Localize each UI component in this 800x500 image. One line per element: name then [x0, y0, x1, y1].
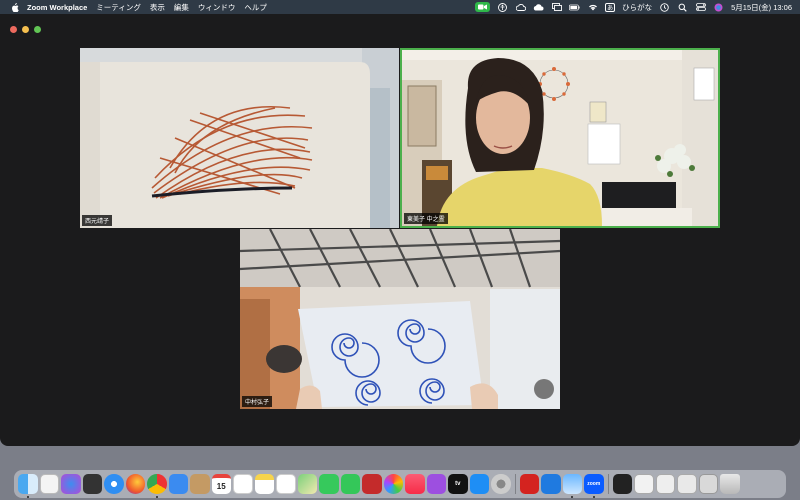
participant-video-tile[interactable]: 中村弘子	[240, 229, 560, 409]
menu-view[interactable]: 表示	[150, 2, 165, 13]
participant-name-tag: 西元靖子	[82, 215, 113, 226]
zoom-video-status-icon[interactable]	[475, 2, 491, 12]
keynote-icon[interactable]	[541, 474, 561, 494]
document-stack-icon[interactable]	[634, 474, 654, 494]
freeform-icon[interactable]	[276, 474, 296, 494]
facetime-icon[interactable]	[340, 474, 360, 494]
contacts-icon[interactable]	[190, 474, 210, 494]
messages-icon[interactable]	[319, 474, 339, 494]
downloads-stack-icon[interactable]	[612, 474, 632, 494]
zoom-meeting-window: 西元靖子 東美子 中之霊 中村弘子	[0, 14, 800, 446]
music-icon[interactable]	[405, 474, 425, 494]
trash-icon[interactable]	[720, 474, 740, 494]
menu-edit[interactable]: 編集	[174, 2, 189, 13]
dock: 15 tv zoom	[14, 470, 786, 498]
screenshot-stack-icon[interactable]	[698, 474, 718, 494]
time-machine-icon[interactable]	[659, 2, 670, 12]
menu-meeting[interactable]: ミーティング	[96, 2, 141, 13]
cloud-sync-icon[interactable]	[533, 3, 544, 12]
apple-tv-icon[interactable]: tv	[448, 474, 468, 494]
app-store-icon[interactable]	[469, 474, 489, 494]
calendar-day: 15	[216, 481, 226, 491]
dock-separator	[607, 474, 609, 494]
document-stack-icon[interactable]	[655, 474, 675, 494]
dock-separator	[514, 474, 516, 494]
calendar-icon[interactable]: 15	[211, 474, 231, 494]
active-speaker-video-tile[interactable]: 東美子 中之霊	[400, 48, 720, 228]
creative-cloud-icon[interactable]	[515, 3, 526, 12]
apple-menu-icon[interactable]	[9, 0, 21, 14]
firefox-icon[interactable]	[125, 474, 145, 494]
document-stack-icon[interactable]	[677, 474, 697, 494]
window-close-button[interactable]	[10, 26, 17, 33]
control-center-icon[interactable]	[695, 3, 706, 12]
input-method-badge[interactable]: あ	[605, 2, 616, 12]
participant-video-feed	[240, 229, 560, 409]
menu-bar: Zoom Workplace ミーティング 表示 編集 ウィンドウ ヘルプ あ …	[0, 0, 800, 14]
system-settings-icon[interactable]	[491, 474, 511, 494]
safari-icon[interactable]	[104, 474, 124, 494]
window-fullscreen-button[interactable]	[34, 26, 41, 33]
input-method-label[interactable]: ひらがな	[622, 2, 652, 13]
chrome-icon[interactable]	[147, 474, 167, 498]
siri-icon[interactable]	[61, 474, 81, 494]
apple-tv-label: tv	[455, 481, 461, 487]
window-minimize-button[interactable]	[22, 26, 29, 33]
notes-icon[interactable]	[254, 474, 274, 494]
clock[interactable]: 5月15日(金) 13:06	[731, 2, 792, 13]
battery-icon[interactable]	[569, 3, 580, 12]
textedit-icon[interactable]	[39, 474, 59, 494]
accessibility-icon[interactable]	[497, 2, 508, 12]
menu-app-name[interactable]: Zoom Workplace	[27, 3, 87, 12]
participant-video-feed	[80, 48, 399, 228]
photos-icon[interactable]	[383, 474, 403, 494]
screen-mirroring-icon[interactable]	[551, 3, 562, 12]
menu-help[interactable]: ヘルプ	[244, 2, 267, 13]
participant-name-tag: 中村弘子	[242, 396, 273, 407]
reminders-icon[interactable]	[233, 474, 253, 494]
participant-video-feed	[402, 50, 718, 226]
wifi-icon[interactable]	[587, 3, 598, 12]
siri-icon[interactable]	[713, 3, 724, 12]
zoom-app-icon[interactable]: zoom	[584, 474, 604, 498]
mail-icon[interactable]	[168, 474, 188, 494]
mission-control-icon[interactable]	[82, 474, 102, 494]
zoom-app-label: zoom	[587, 481, 601, 487]
participant-name-tag: 東美子 中之霊	[404, 213, 448, 224]
status-area: あ ひらがな 5月15日(金) 13:06	[475, 0, 792, 14]
preview-icon[interactable]	[562, 474, 582, 498]
acrobat-icon[interactable]	[519, 474, 539, 494]
participant-video-tile[interactable]: 西元靖子	[80, 48, 399, 228]
podcasts-icon[interactable]	[426, 474, 446, 494]
menu-window[interactable]: ウィンドウ	[198, 2, 236, 13]
finder-icon[interactable]	[18, 474, 38, 498]
photo-booth-icon[interactable]	[362, 474, 382, 494]
maps-icon[interactable]	[297, 474, 317, 494]
search-icon[interactable]	[677, 3, 688, 12]
